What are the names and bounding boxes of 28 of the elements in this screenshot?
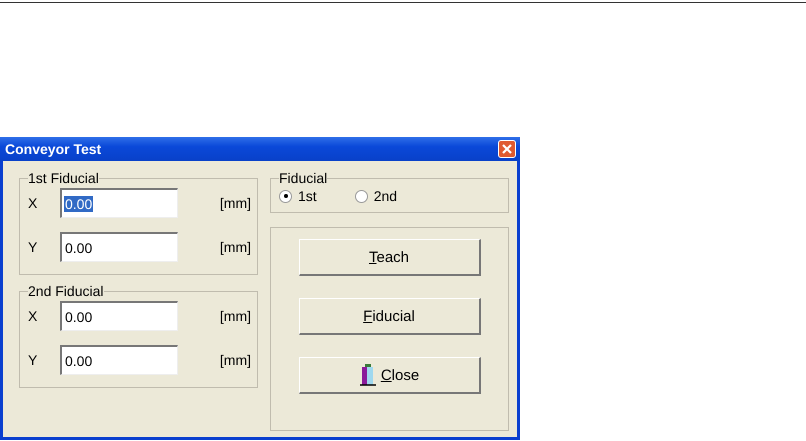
group-title: 1st Fiducial bbox=[28, 170, 99, 186]
radio-option[interactable]: 2nd bbox=[354, 188, 398, 204]
action-button[interactable]: Teach bbox=[298, 239, 480, 276]
radio-option[interactable]: 1st bbox=[279, 188, 317, 204]
radio-button[interactable] bbox=[279, 190, 292, 202]
input-field[interactable]: 0.00 bbox=[60, 232, 178, 262]
close-icon bbox=[501, 143, 513, 155]
field-label: X bbox=[28, 195, 38, 211]
unit-label: [mm] bbox=[220, 239, 251, 255]
close-button[interactable]: Close bbox=[298, 357, 480, 394]
close-button[interactable] bbox=[498, 140, 516, 158]
radio-button[interactable] bbox=[354, 190, 368, 202]
radio-label: 1st bbox=[298, 188, 317, 204]
field-label: Y bbox=[28, 239, 38, 255]
input-field[interactable]: 0.00 bbox=[60, 345, 178, 375]
group-title: 2nd Fiducial bbox=[28, 283, 104, 299]
input-field[interactable]: 0.00 bbox=[60, 301, 178, 331]
action-button[interactable]: Fiducial bbox=[298, 298, 480, 335]
unit-label: [mm] bbox=[220, 308, 251, 324]
unit-label: [mm] bbox=[220, 352, 251, 368]
field-label: X bbox=[28, 308, 38, 324]
door-icon bbox=[358, 363, 377, 387]
field-label: Y bbox=[28, 352, 38, 368]
group-title: Fiducial bbox=[279, 170, 328, 186]
unit-label: [mm] bbox=[220, 195, 251, 211]
radio-label: 2nd bbox=[374, 188, 398, 204]
window-title: Conveyor Test bbox=[5, 141, 102, 157]
input-field[interactable]: 0.00 bbox=[60, 188, 178, 218]
